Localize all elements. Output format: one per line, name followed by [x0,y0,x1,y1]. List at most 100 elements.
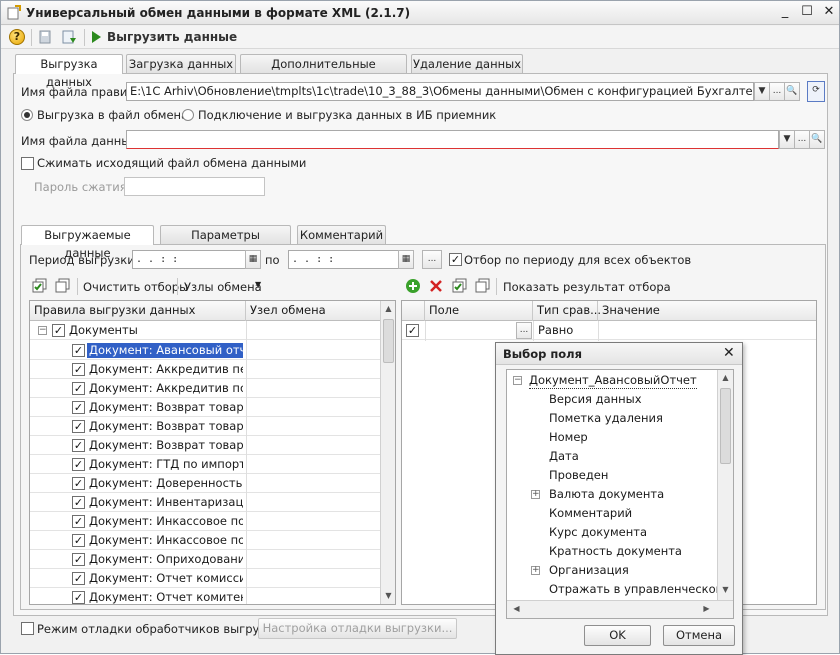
row-checkbox[interactable]: ✓ [72,477,85,490]
ellipsis-button[interactable]: ... [769,82,785,101]
tab-import[interactable]: Загрузка данных [126,54,236,73]
scroll-down-icon[interactable]: ▼ [718,582,733,598]
scroll-up-icon[interactable]: ▲ [381,301,395,317]
filter-value[interactable] [600,323,602,338]
tab-exported-data[interactable]: Выгружаемые данные [21,225,154,260]
period-select-button[interactable]: ... [422,250,442,269]
tree-hscrollbar[interactable]: ◀ ▶ [507,600,733,618]
scroll-right-icon[interactable]: ▶ [699,601,714,617]
table-row[interactable]: ✓ Документ: Инкассовое пору... [30,512,381,531]
add-icon[interactable] [405,278,421,294]
cancel-button[interactable]: Отмена [663,625,735,646]
chevron-down-icon[interactable]: ▼ [255,280,261,289]
tab-export-parameters[interactable]: Параметры выгрузки [160,225,291,260]
delete-icon[interactable] [428,278,444,294]
rules-file-input[interactable]: E:\1C Arhiv\Обновление\tmplts\1c\trade\1… [126,82,754,101]
table-row[interactable]: ✓ Документ: Отчет комитенту ... [30,588,381,604]
table-row[interactable]: ✓ Документ: Аккредитив пере... [30,360,381,379]
chevron-down-icon[interactable]: ▼ [754,82,770,101]
table-row[interactable]: ✓Документ: Авансовый отчет [30,341,381,360]
column-header-field[interactable]: Поле [425,301,533,321]
field-item[interactable]: Отражать в управленческом учете [507,581,733,598]
row-checkbox[interactable]: ✓ [72,382,85,395]
table-row[interactable]: ✓ Документ: Возврат товаров ... [30,417,381,436]
compress-checkbox[interactable] [21,157,34,170]
table-row[interactable]: ✓ Документ: Отчет комиссион... [30,569,381,588]
row-checkbox[interactable]: ✓ [52,324,65,337]
table-row[interactable]: ✓ Документ: Доверенность [30,474,381,493]
period-from-input[interactable]: . . : : [132,250,246,269]
table-row[interactable]: ✓ Документ: Возврат товаров ... [30,436,381,455]
ellipsis-button[interactable]: ... [794,130,810,149]
row-checkbox[interactable]: ✓ [72,420,85,433]
close-icon[interactable]: ✕ [821,5,837,20]
field-item[interactable]: Номер [507,429,717,446]
tab-comment[interactable]: Комментарий [297,225,386,244]
ok-button[interactable]: OK [584,625,651,646]
table-row[interactable]: ✓ Документ: Инвентаризация ... [30,493,381,512]
scroll-left-icon[interactable]: ◀ [509,601,524,617]
password-input[interactable] [124,177,265,196]
tree-row-root[interactable]: − ✓ Документы [30,321,381,340]
period-to-input[interactable]: . . : : [288,250,399,269]
field-item[interactable]: + Организация [507,562,717,579]
expand-icon[interactable]: + [531,566,540,575]
field-item[interactable]: Курс документа [507,524,717,541]
filter-all-objects-checkbox[interactable]: ✓ [449,253,462,266]
check-all-icon[interactable] [32,278,48,294]
tab-export[interactable]: Выгрузка данных [15,54,123,89]
clear-filters-button[interactable]: Очистить отборы [83,280,188,294]
search-icon[interactable]: 🔍 [784,82,800,101]
filter-compare-value[interactable]: Равно [536,323,573,338]
row-checkbox[interactable]: ✓ [72,458,85,471]
export-data-button[interactable]: Выгрузить данные [92,30,237,44]
field-item[interactable]: Пометка удаления [507,410,717,427]
column-header-rules[interactable]: Правила выгрузки данных [30,301,246,321]
show-filter-result-button[interactable]: Показать результат отбора [503,280,671,294]
scroll-up-icon[interactable]: ▲ [718,370,733,386]
refresh-rules-icon[interactable]: ⟳ [807,81,825,102]
close-icon[interactable]: ✕ [723,345,735,361]
ellipsis-button[interactable]: ... [516,322,532,339]
tree-root-row[interactable]: − Документ_АвансовыйОтчет [507,372,717,389]
scroll-thumb[interactable] [383,319,394,363]
table-row[interactable]: ✓ Документ: Возврат товаров ... [30,398,381,417]
debug-settings-button[interactable]: Настройка отладки выгрузки... [258,618,457,639]
row-checkbox[interactable]: ✓ [72,591,85,604]
filter-field-value[interactable] [426,323,516,338]
field-item[interactable]: Комментарий [507,505,717,522]
row-checkbox[interactable]: ✓ [72,344,85,357]
field-item[interactable]: + Валюта документа [507,486,717,503]
row-checkbox[interactable]: ✓ [72,534,85,547]
table-row[interactable]: ✓ Документ: Инкассовое пору... [30,531,381,550]
save-settings-icon[interactable] [37,29,53,45]
maximize-icon[interactable]: ☐ [799,5,815,20]
column-header-value[interactable]: Значение [598,301,816,321]
table-row[interactable]: ✓ Документ: Аккредитив полу... [30,379,381,398]
minimize-icon[interactable]: _ [777,5,793,20]
column-header-compare[interactable]: Тип срав... [533,301,601,321]
field-item[interactable]: Проведен [507,467,717,484]
column-header-node[interactable]: Узел обмена [246,301,381,321]
radio-export-to-file[interactable] [21,109,33,121]
tab-delete-data[interactable]: Удаление данных [411,54,523,73]
table-row[interactable]: ✓ Документ: ГТД по импорту [30,455,381,474]
row-checkbox[interactable]: ✓ [72,553,85,566]
data-file-input[interactable] [126,130,779,149]
field-item[interactable]: Дата [507,448,717,465]
row-checkbox[interactable]: ✓ [72,515,85,528]
debug-mode-checkbox[interactable] [21,622,34,635]
radio-export-to-ib[interactable] [182,109,194,121]
collapse-icon[interactable]: − [38,326,47,335]
calendar-icon[interactable]: ▦ [245,250,261,269]
filter-row[interactable]: ✓ ... Равно [402,321,816,340]
row-checkbox[interactable]: ✓ [406,324,419,337]
row-checkbox[interactable]: ✓ [72,363,85,376]
check-all-icon[interactable] [452,278,468,294]
calendar-icon[interactable]: ▦ [398,250,414,269]
row-checkbox[interactable]: ✓ [72,496,85,509]
tree-vscrollbar[interactable]: ▲ ▼ [717,370,733,600]
row-checkbox[interactable]: ✓ [72,572,85,585]
search-icon[interactable]: 🔍 [809,130,825,149]
uncheck-all-icon[interactable] [55,278,71,294]
